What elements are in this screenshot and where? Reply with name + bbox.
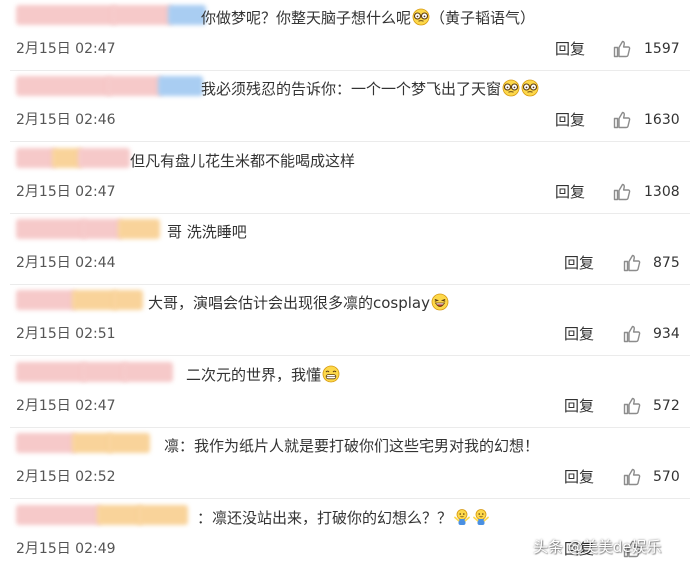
comment-body: 但凡有盘儿花生米都不能喝成这样 <box>130 152 356 170</box>
comment-body: 凛：我作为纸片人就是要打破你们这些宅男对我的幻想！ <box>164 437 540 455</box>
glasses-face-emoji-icon <box>412 8 430 26</box>
like-count: 934 <box>653 326 680 342</box>
comment-body: 你做梦呢？你整天脑子想什么呢 <box>201 9 412 27</box>
username-blurred <box>16 219 86 239</box>
shrug-figure-emoji-icon <box>472 508 490 526</box>
username-blurred <box>158 76 203 96</box>
reply-button[interactable]: 回复 <box>564 253 594 273</box>
comment-text: 哥 洗洗睡吧 <box>167 222 247 242</box>
reply-button[interactable]: 回复 <box>564 324 594 344</box>
comment-timestamp: 2月15日 02:52 <box>16 469 116 485</box>
username-blurred <box>82 362 127 382</box>
username-blurred <box>112 5 172 25</box>
comment-timestamp: 2月15日 02:47 <box>16 398 116 414</box>
comment-item: 二次元的世界，我懂 2月15日 02:47 回复 572 <box>0 357 700 428</box>
comment-item: 大哥，演唱会估计会出现很多凛的cosplay 2月15日 02:51 回复 934 <box>0 285 700 356</box>
thumbs-up-icon[interactable] <box>622 253 642 273</box>
comment-body: 二次元的世界，我懂 <box>186 366 322 384</box>
comment-text: 我必须残忍的告诉你：一个一个梦飞出了天窗 <box>201 79 539 99</box>
comment-item: 哥 洗洗睡吧 2月15日 02:44 回复 875 <box>0 214 700 285</box>
thumbs-up-icon[interactable] <box>622 467 642 487</box>
comment-timestamp: 2月15日 02:51 <box>16 326 116 342</box>
username-blurred <box>138 505 188 525</box>
comment-timestamp: 2月15日 02:47 <box>16 41 116 57</box>
comment-timestamp: 2月15日 02:46 <box>16 112 116 128</box>
comment-timestamp: 2月15日 02:47 <box>16 184 116 200</box>
reply-button[interactable]: 回复 <box>564 467 594 487</box>
reply-button[interactable]: 回复 <box>555 110 585 130</box>
comment-timestamp: 2月15日 02:44 <box>16 255 116 271</box>
comment-item: 我必须残忍的告诉你：一个一个梦飞出了天窗 2月15日 02:46 回复 1630 <box>0 71 700 142</box>
comment-text: 凛：我作为纸片人就是要打破你们这些宅男对我的幻想！ <box>164 436 539 456</box>
comment-divider <box>10 141 690 142</box>
comment-divider <box>10 498 690 499</box>
reply-button[interactable]: 回复 <box>564 396 594 416</box>
like-count: 1630 <box>644 112 680 128</box>
comment-item: 你做梦呢？你整天脑子想什么呢 （黄子韬语气） 2月15日 02:47 回复 1597 <box>0 0 700 71</box>
comment-item: ：凛还没站出来，打破你的幻想么？？ 2月15日 02:49 回复 <box>0 500 700 571</box>
thumbs-up-icon[interactable] <box>622 324 642 344</box>
comment-item: 但凡有盘儿花生米都不能喝成这样 2月15日 02:47 回复 1308 <box>0 143 700 214</box>
comment-text: 大哥，演唱会估计会出现很多凛的cosplay <box>148 293 449 313</box>
username-blurred <box>16 76 111 96</box>
reply-button[interactable]: 回复 <box>555 39 585 59</box>
comment-timestamp: 2月15日 02:49 <box>16 541 116 557</box>
username-blurred <box>107 76 162 96</box>
like-count: 572 <box>653 398 680 414</box>
comment-body: 大哥，演唱会估计会出现很多凛的cosplay <box>148 294 430 312</box>
shrug-figure-emoji-icon <box>453 508 471 526</box>
username-blurred <box>97 505 142 525</box>
username-blurred <box>72 433 112 453</box>
thumbs-up-icon[interactable] <box>612 182 632 202</box>
username-blurred <box>16 290 76 310</box>
like-count: 1597 <box>644 41 680 57</box>
username-blurred <box>123 362 173 382</box>
comment-body: 我必须残忍的告诉你：一个一个梦飞出了天窗 <box>201 80 502 98</box>
comment-body: 哥 洗洗睡吧 <box>167 223 247 241</box>
comment-text: 但凡有盘儿花生米都不能喝成这样 <box>130 151 355 171</box>
username-blurred <box>82 219 122 239</box>
username-blurred <box>16 433 76 453</box>
username-blurred <box>16 5 116 25</box>
thumbs-up-icon[interactable] <box>612 39 632 59</box>
comment-body: ：凛还没站出来，打破你的幻想么？？ <box>197 509 453 527</box>
like-count: 875 <box>653 255 680 271</box>
username-blurred <box>16 505 101 525</box>
username-blurred <box>118 219 160 239</box>
username-blurred <box>78 148 130 168</box>
comment-text: 你做梦呢？你整天脑子想什么呢 （黄子韬语气） <box>201 8 535 28</box>
username-blurred <box>108 433 150 453</box>
like-count: 570 <box>653 469 680 485</box>
grinning-face-emoji-icon <box>322 365 340 383</box>
comment-suffix: （黄子韬语气） <box>430 9 536 27</box>
like-count: 1308 <box>644 184 680 200</box>
glasses-face-emoji-icon <box>502 79 520 97</box>
reply-button[interactable]: 回复 <box>555 182 585 202</box>
username-blurred <box>16 148 56 168</box>
comment-item: 凛：我作为纸片人就是要打破你们这些宅男对我的幻想！ 2月15日 02:52 回复 57… <box>0 428 700 499</box>
watermark: 头条 @美美de娱乐 <box>533 538 662 556</box>
comment-divider <box>10 355 690 356</box>
username-blurred <box>72 290 117 310</box>
thumbs-up-icon[interactable] <box>622 396 642 416</box>
glasses-face-emoji-icon <box>521 79 539 97</box>
comment-text: 二次元的世界，我懂 <box>186 365 340 385</box>
comment-list: 你做梦呢？你整天脑子想什么呢 （黄子韬语气） 2月15日 02:47 回复 1597 我必… <box>0 0 700 569</box>
thumbs-up-icon[interactable] <box>612 110 632 130</box>
username-blurred <box>16 362 86 382</box>
username-blurred <box>113 290 143 310</box>
laughing-face-emoji-icon <box>431 293 449 311</box>
comment-text: ：凛还没站出来，打破你的幻想么？？ <box>197 508 490 528</box>
